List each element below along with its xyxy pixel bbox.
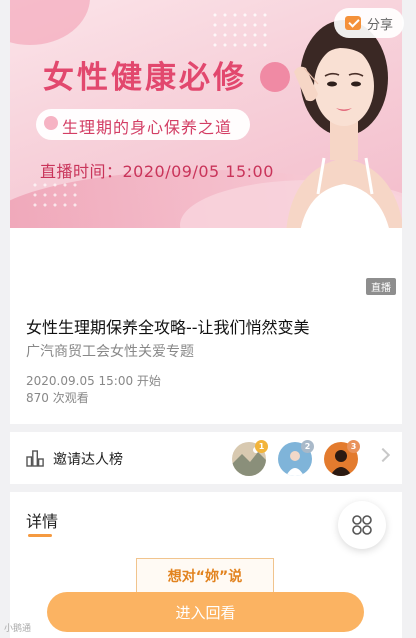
watermark-logo: 小鹅通 (4, 624, 32, 634)
banner-live-time: 直播时间：2020/09/05 15:00 (40, 162, 274, 181)
details-tab[interactable]: 详情 (26, 508, 58, 532)
view-count: 870 次观看 (26, 391, 89, 405)
invite-ranking-row[interactable]: 邀请达人榜 1 2 3 (10, 432, 402, 484)
live-tag: 直播 (366, 278, 396, 295)
banner-subtitle: 生理期的身心保养之道 (62, 118, 233, 137)
floating-menu-button[interactable] (338, 501, 386, 549)
share-label: 分享 (366, 17, 393, 33)
share-button[interactable]: 分享 (334, 8, 404, 38)
decor-blob (10, 0, 90, 45)
live-organizer: 广汽商贸工会女性关爱专题 (26, 344, 194, 360)
share-icon (344, 16, 361, 30)
rank-badge-3: 3 (347, 440, 360, 453)
rank-badge-2: 2 (301, 440, 314, 453)
pill-dot (44, 116, 58, 130)
decor-dots (30, 180, 80, 210)
live-info-card: 直播 女性生理期保养全攻略--让我们悄然变美 广汽商贸工会女性关爱专题 2020… (10, 228, 402, 424)
live-title: 女性生理期保养全攻略--让我们悄然变美 (26, 318, 310, 337)
tab-indicator (28, 534, 52, 537)
detail-poster: 想对“妳”说 (136, 558, 274, 592)
banner-title: 女性健康必修 (43, 60, 247, 96)
ranking-label: 邀请达人榜 (53, 452, 123, 468)
woman-illustration (286, 20, 402, 228)
ranking-bars-icon (26, 450, 44, 467)
live-start-time: 2020.09.05 15:00 开始 (26, 374, 161, 388)
grid-menu-icon (352, 515, 372, 535)
enter-replay-button[interactable]: 进入回看 (47, 592, 364, 632)
decor-dots (210, 10, 270, 50)
poster-heading: 想对“妳”说 (167, 569, 243, 585)
chevron-right-icon (375, 447, 391, 463)
rank-badge-1: 1 (255, 440, 268, 453)
